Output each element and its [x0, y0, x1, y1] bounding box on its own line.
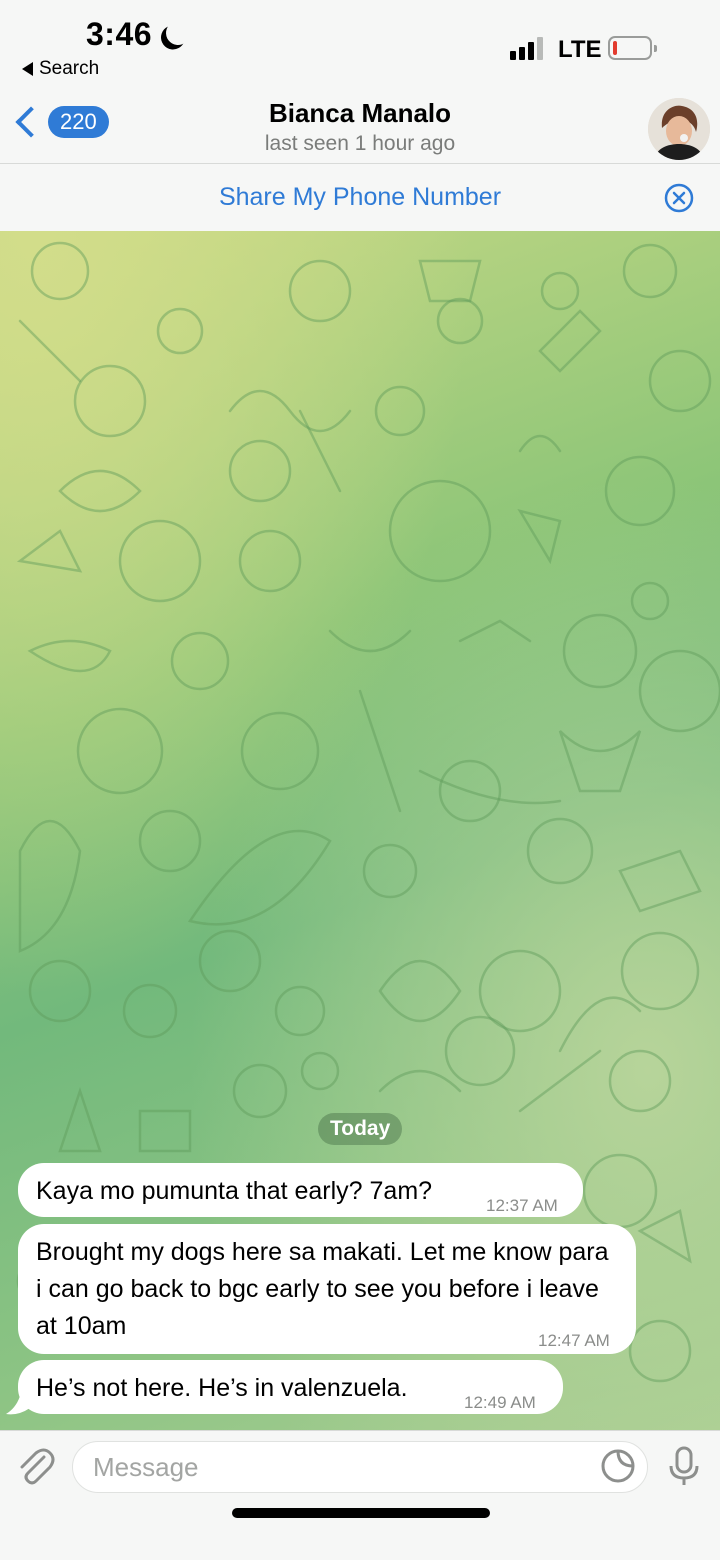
message-text: Kaya mo pumunta that early? 7am?: [36, 1177, 433, 1205]
home-indicator: [232, 1508, 490, 1518]
status-time: 3:46: [86, 16, 153, 52]
bubble-tail-icon: [6, 1396, 30, 1415]
back-app-label: Search: [39, 58, 100, 79]
back-triangle-icon: [22, 62, 33, 76]
signal-icon: [510, 36, 543, 60]
last-seen-status: last seen 1 hour ago: [264, 132, 456, 155]
share-phone-number-button[interactable]: Share My Phone Number: [0, 183, 720, 212]
chat-header: 220 Bianca Manalo last seen 1 hour ago: [0, 86, 720, 164]
message-text: He’s not here. He’s in valenzuela.: [36, 1374, 408, 1402]
avatar[interactable]: [648, 98, 710, 160]
message-input[interactable]: [93, 1442, 593, 1492]
attachment-icon[interactable]: [14, 1445, 56, 1487]
chat-area[interactable]: Today Kaya mo pumunta that early? 7am? 1…: [0, 231, 720, 1430]
share-phone-bar: Share My Phone Number: [0, 165, 720, 231]
message-time: 12:49 AM: [464, 1393, 536, 1412]
contact-name[interactable]: Bianca Manalo: [0, 98, 720, 129]
message-bubble[interactable]: He’s not here. He’s in valenzuela. 12:49…: [18, 1360, 563, 1414]
message-time: 12:47 AM: [538, 1331, 610, 1350]
message-input-field[interactable]: [72, 1441, 648, 1493]
message-bubble[interactable]: Brought my dogs here sa makati. Let me k…: [18, 1224, 636, 1354]
network-label: LTE: [558, 36, 602, 63]
battery-icon: [608, 36, 657, 60]
moon-icon: [163, 18, 192, 47]
microphone-icon[interactable]: [666, 1445, 702, 1489]
back-to-app-link[interactable]: Search: [22, 58, 99, 80]
status-bar: 3:46 Search LTE: [0, 0, 720, 86]
message-bubble[interactable]: Kaya mo pumunta that early? 7am? 12:37 A…: [18, 1163, 583, 1217]
message-composer: [0, 1430, 720, 1560]
message-time: 12:37 AM: [486, 1196, 558, 1215]
date-separator: Today: [318, 1113, 403, 1145]
message-text: Brought my dogs here sa makati. Let me k…: [36, 1238, 609, 1340]
close-icon[interactable]: [663, 182, 695, 214]
status-time-group: 3:46: [86, 16, 182, 53]
sticker-icon[interactable]: [600, 1448, 636, 1484]
